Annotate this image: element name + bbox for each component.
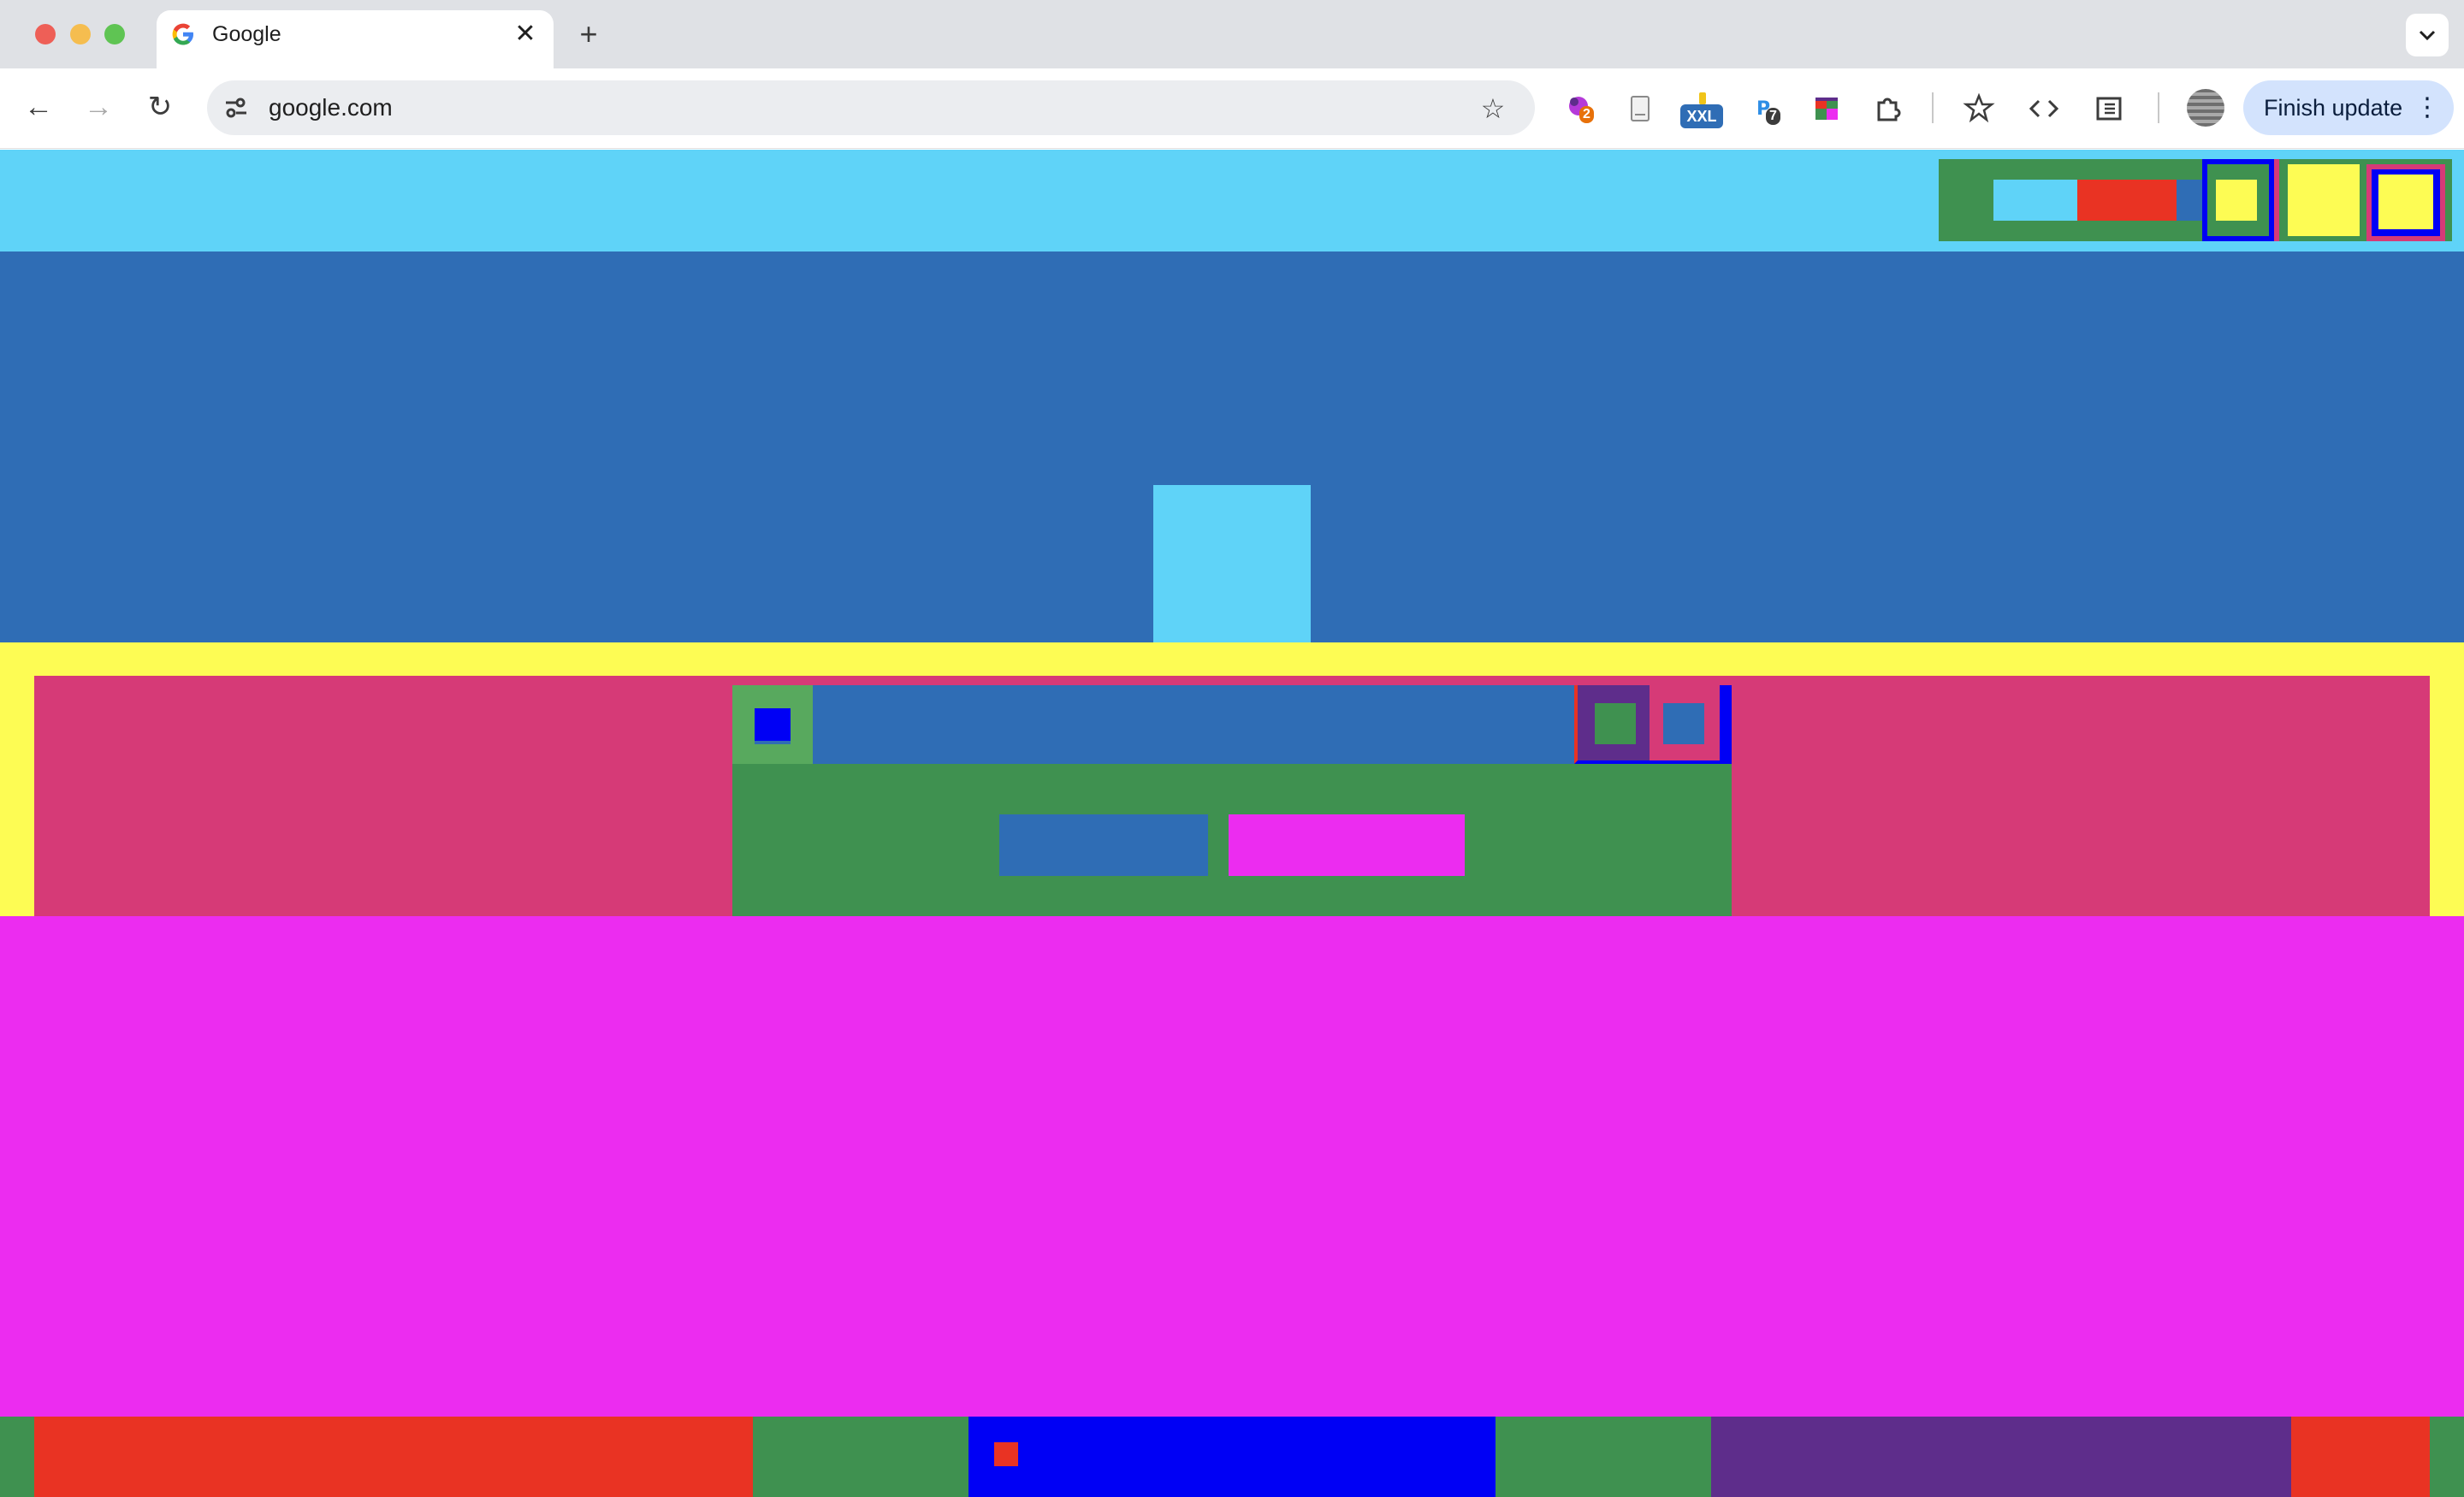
chrome-menu-icon[interactable]: ⋮ <box>2414 91 2440 125</box>
window-minimize-button[interactable] <box>70 24 91 44</box>
back-arrow-icon[interactable]: ← <box>17 86 60 128</box>
footer-center-group[interactable] <box>968 1417 1496 1497</box>
ext-document-icon[interactable] <box>1620 89 1660 128</box>
extensions-puzzle-icon[interactable] <box>1869 89 1908 128</box>
window-zoom-button[interactable] <box>104 24 125 44</box>
search-submit-button[interactable] <box>999 814 1208 876</box>
search-icon <box>755 708 791 744</box>
voice-search-icon <box>1595 703 1636 744</box>
header-notifications-button[interactable] <box>2288 164 2360 236</box>
content-area <box>0 916 2464 1417</box>
search-input[interactable] <box>813 685 1574 764</box>
ext-badge-count: 7 <box>1766 108 1780 125</box>
ext-xxl-icon[interactable]: XXL <box>1680 104 1723 128</box>
logo-placeholder <box>1153 485 1311 642</box>
side-panel-icon[interactable] <box>2089 89 2129 128</box>
footer-settings-button[interactable] <box>2291 1417 2430 1497</box>
window-close-button[interactable] <box>35 24 56 44</box>
ext-badge-count: 2 <box>1579 106 1594 123</box>
reload-icon[interactable]: ↻ <box>139 86 181 128</box>
tab-search-chevron-icon[interactable] <box>2406 14 2449 56</box>
reading-list-icon[interactable] <box>1959 89 1999 128</box>
footer-link-group-left[interactable] <box>34 1417 753 1497</box>
devtools-code-icon[interactable] <box>2024 89 2064 128</box>
tab-close-icon[interactable]: ✕ <box>510 19 541 50</box>
header-link-red[interactable] <box>2077 180 2177 221</box>
tab-title: Google <box>212 22 281 46</box>
toolbar-separator <box>1932 92 1934 123</box>
google-g-icon <box>171 22 195 46</box>
toolbar-separator <box>2158 92 2159 123</box>
ext-color-blocks-icon[interactable] <box>1807 89 1846 128</box>
header-apps-icon <box>2216 180 2257 221</box>
header-link-blue[interactable] <box>2177 180 2202 221</box>
site-info-icon[interactable] <box>219 91 253 125</box>
forward-arrow-icon[interactable]: → <box>77 86 120 128</box>
ext-xxl-crown-icon <box>1699 92 1706 104</box>
header-link-cyan[interactable] <box>1993 180 2079 221</box>
new-tab-button[interactable]: + <box>572 17 606 51</box>
address-bar[interactable] <box>207 80 1535 135</box>
bookmark-star-icon[interactable]: ☆ <box>1473 89 1513 128</box>
lucky-button[interactable] <box>1229 814 1465 876</box>
footer-link-group-right[interactable] <box>1711 1417 2291 1497</box>
footer-center-icon <box>994 1442 1018 1466</box>
header-account-avatar <box>2378 175 2433 229</box>
header-divider <box>2274 159 2279 241</box>
url-text[interactable]: google.com <box>269 92 393 123</box>
image-search-icon[interactable] <box>1663 703 1704 744</box>
profile-avatar[interactable] <box>2187 89 2224 127</box>
finish-update-label: Finish update <box>2264 95 2403 121</box>
